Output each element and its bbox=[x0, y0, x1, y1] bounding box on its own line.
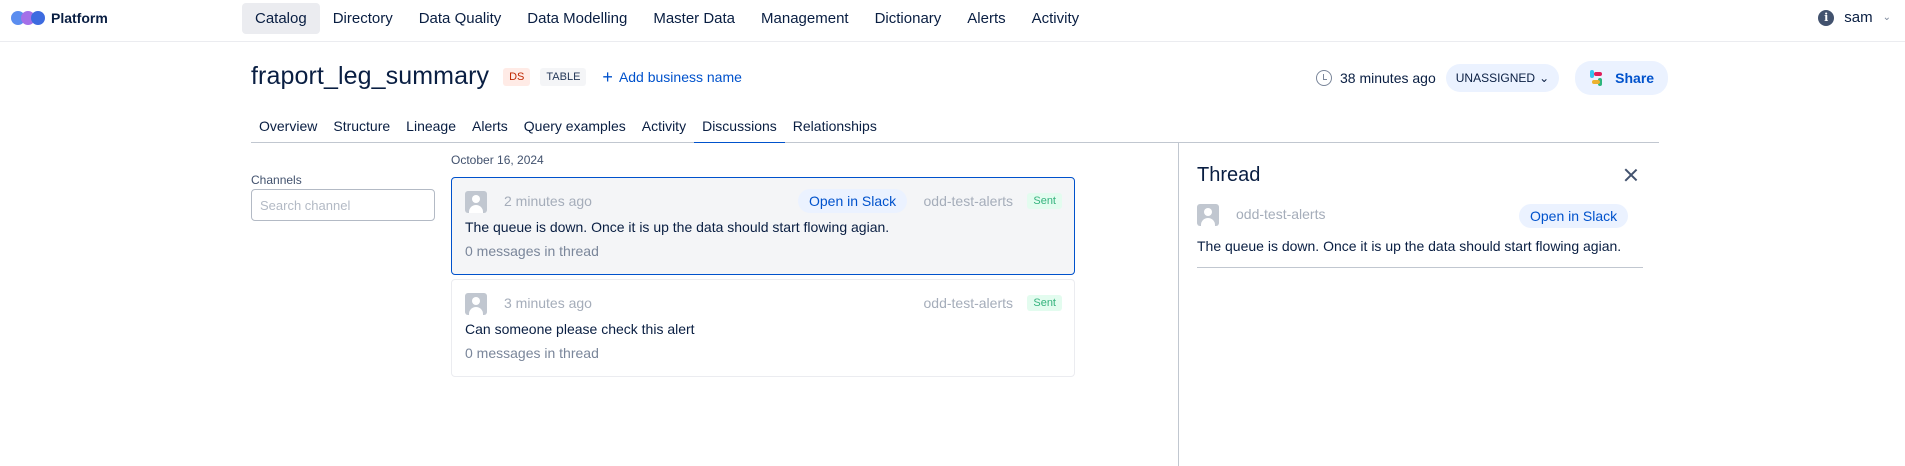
thread-count: 0 messages in thread bbox=[465, 345, 599, 361]
message-time: 3 minutes ago bbox=[504, 295, 592, 311]
app-logo[interactable]: Platform bbox=[11, 10, 108, 26]
nav-item-master-data[interactable]: Master Data bbox=[640, 3, 748, 34]
channels-label: Channels bbox=[251, 173, 302, 187]
nav-item-activity[interactable]: Activity bbox=[1019, 3, 1093, 34]
divider bbox=[1197, 267, 1643, 268]
entity-tabs: Overview Structure Lineage Alerts Query … bbox=[251, 114, 1659, 143]
nav-item-data-quality[interactable]: Data Quality bbox=[406, 3, 515, 34]
slack-icon bbox=[1587, 69, 1605, 87]
open-in-slack-button[interactable]: Open in Slack bbox=[798, 189, 908, 213]
avatar bbox=[1197, 204, 1219, 226]
info-icon[interactable]: i bbox=[1818, 9, 1835, 26]
nav-item-alerts[interactable]: Alerts bbox=[954, 3, 1018, 34]
tab-discussions[interactable]: Discussions bbox=[694, 114, 785, 143]
logo-icon bbox=[11, 11, 45, 25]
chevron-down-icon[interactable]: ⌄ bbox=[1883, 12, 1891, 23]
type-badge: TABLE bbox=[540, 67, 587, 86]
search-channel-input[interactable] bbox=[251, 189, 435, 221]
status-badge: Sent bbox=[1027, 193, 1062, 209]
owner-dropdown[interactable]: UNASSIGNED ⌄ bbox=[1445, 64, 1560, 92]
tab-lineage[interactable]: Lineage bbox=[398, 114, 464, 143]
tab-structure[interactable]: Structure bbox=[325, 114, 398, 143]
message-text: The queue is down. Once it is up the dat… bbox=[465, 219, 890, 235]
tab-alerts[interactable]: Alerts bbox=[464, 114, 516, 143]
chevron-down-icon: ⌄ bbox=[1539, 71, 1550, 85]
top-navigation-bar: Platform Catalog Directory Data Quality … bbox=[0, 0, 1905, 42]
plus-icon: + bbox=[602, 66, 613, 87]
app-name: Platform bbox=[51, 10, 108, 26]
messages-date: October 16, 2024 bbox=[451, 153, 544, 167]
tab-overview[interactable]: Overview bbox=[251, 114, 325, 143]
page-title: fraport_leg_summary bbox=[251, 62, 490, 90]
user-area: i sam ⌄ bbox=[1818, 9, 1891, 26]
message-time: 2 minutes ago bbox=[504, 193, 592, 209]
entity-header: fraport_leg_summary DS TABLE + Add busin… bbox=[251, 62, 742, 91]
add-business-name-button[interactable]: + Add business name bbox=[602, 68, 741, 86]
nav-item-dictionary[interactable]: Dictionary bbox=[862, 3, 955, 34]
thread-message-text: The queue is down. Once it is up the dat… bbox=[1197, 238, 1622, 254]
header-actions: 38 minutes ago UNASSIGNED ⌄ Share bbox=[1316, 61, 1669, 95]
message-channel: odd-test-alerts bbox=[923, 295, 1013, 311]
nav-item-catalog[interactable]: Catalog bbox=[242, 3, 320, 34]
share-button[interactable]: Share bbox=[1575, 61, 1669, 95]
updated-time: 38 minutes ago bbox=[1340, 70, 1436, 86]
tab-query-examples[interactable]: Query examples bbox=[516, 114, 634, 143]
nav-item-data-modelling[interactable]: Data Modelling bbox=[514, 3, 640, 34]
message-channel: odd-test-alerts bbox=[923, 193, 1013, 209]
thread-title: Thread bbox=[1197, 164, 1261, 186]
status-badge: Sent bbox=[1027, 295, 1062, 311]
main-nav: Catalog Directory Data Quality Data Mode… bbox=[242, 3, 1092, 34]
owner-status-label: UNASSIGNED bbox=[1455, 71, 1536, 85]
thread-open-in-slack-button[interactable]: Open in Slack bbox=[1519, 204, 1629, 228]
message-card[interactable]: 2 minutes ago Open in Slack odd-test-ale… bbox=[451, 177, 1075, 275]
share-label: Share bbox=[1615, 70, 1655, 86]
history-icon bbox=[1316, 70, 1332, 86]
thread-channel: odd-test-alerts bbox=[1236, 206, 1326, 222]
thread-panel: Thread odd-test-alerts Open in Slack The… bbox=[1178, 143, 1659, 466]
close-icon[interactable] bbox=[1621, 165, 1641, 185]
tab-relationships[interactable]: Relationships bbox=[785, 114, 885, 143]
nav-item-management[interactable]: Management bbox=[748, 3, 862, 34]
avatar bbox=[465, 293, 487, 315]
thread-count: 0 messages in thread bbox=[465, 243, 599, 259]
message-text: Can someone please check this alert bbox=[465, 321, 695, 337]
add-business-name-label: Add business name bbox=[618, 68, 742, 85]
tab-activity[interactable]: Activity bbox=[634, 114, 694, 143]
user-menu[interactable]: sam bbox=[1844, 9, 1872, 26]
source-badge: DS bbox=[503, 67, 531, 86]
nav-item-directory[interactable]: Directory bbox=[320, 3, 406, 34]
message-card[interactable]: 3 minutes ago odd-test-alerts Sent Can s… bbox=[451, 279, 1075, 377]
avatar bbox=[465, 191, 487, 213]
